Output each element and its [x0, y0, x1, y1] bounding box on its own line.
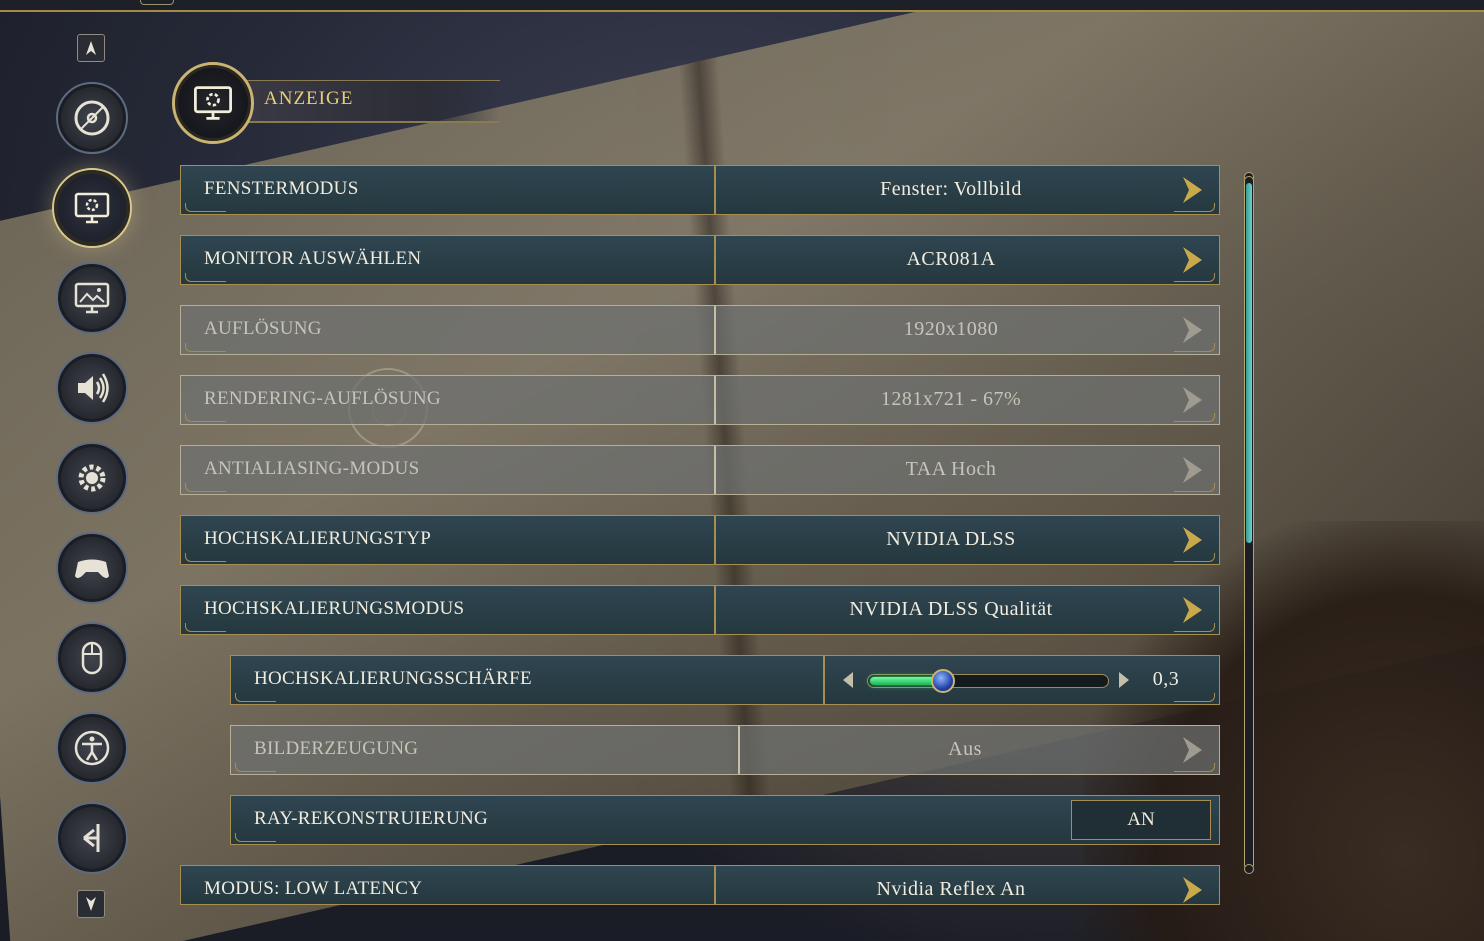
setting-value: NVIDIA DLSS Qualität — [849, 598, 1053, 620]
setting-row-antialiasing: ANTIALIASING-MODUS TAA Hoch — [180, 445, 1220, 495]
nav-item-audio[interactable] — [56, 352, 128, 424]
setting-value: ACR081A — [906, 248, 996, 270]
setting-label: ANTIALIASING-MODUS — [204, 458, 420, 479]
setting-row-low-latency[interactable]: MODUS: LOW LATENCY Nvidia Reflex An — [180, 865, 1220, 905]
chevron-right-icon[interactable] — [1179, 175, 1205, 205]
setting-label: HOCHSKALIERUNGSTYP — [204, 528, 432, 549]
disc-icon — [74, 100, 110, 136]
setting-label: HOCHSKALIERUNGSSCHÄRFE — [254, 668, 532, 689]
mouse-icon — [81, 641, 103, 675]
setting-value: 0,3 — [1152, 668, 1180, 690]
chevron-right-icon — [1179, 315, 1205, 345]
scrollbar-thumb[interactable] — [1246, 183, 1252, 543]
monitor-gear-icon — [74, 192, 110, 224]
accessibility-icon — [74, 730, 110, 766]
setting-value: Nvidia Reflex An — [876, 878, 1026, 900]
setting-row-ray-reconstruction[interactable]: RAY-REKONSTRUIERUNG AN — [230, 795, 1220, 845]
setting-value: Aus — [948, 738, 982, 760]
nav-item-accessibility[interactable] — [56, 712, 128, 784]
top-tab[interactable] — [140, 0, 174, 5]
scrollbar-cap-bottom — [1244, 864, 1254, 874]
gamepad-icon — [75, 559, 109, 578]
setting-row-resolution: AUFLÖSUNG 1920x1080 — [180, 305, 1220, 355]
setting-label: MONITOR AUSWÄHLEN — [204, 248, 422, 269]
nav-item-social[interactable] — [56, 802, 128, 874]
header-badge — [172, 62, 254, 144]
nav-item-graphics[interactable] — [56, 262, 128, 334]
setting-row-upscaling-sharpness[interactable]: HOCHSKALIERUNGSSCHÄRFE 0,3 — [230, 655, 1220, 705]
setting-row-upscaling-type[interactable]: HOCHSKALIERUNGSTYP NVIDIA DLSS — [180, 515, 1220, 565]
setting-value: TAA Hoch — [905, 458, 997, 480]
nav-up-button[interactable] — [77, 34, 105, 62]
chevron-right-icon[interactable] — [1179, 525, 1205, 555]
chevron-right-icon[interactable] — [1179, 875, 1205, 904]
setting-label: RAY-REKONSTRUIERUNG — [254, 808, 489, 829]
chevron-right-icon — [1179, 455, 1205, 485]
slider-decrease-icon[interactable] — [843, 672, 853, 688]
slider-track[interactable] — [867, 669, 1109, 693]
chevron-right-icon[interactable] — [1179, 595, 1205, 625]
setting-row-monitor[interactable]: MONITOR AUSWÄHLEN ACR081A — [180, 235, 1220, 285]
speaker-icon — [78, 373, 109, 403]
setting-value: Fenster: Vollbild — [880, 178, 1022, 200]
setting-label: BILDERZEUGUNG — [254, 738, 419, 759]
arrow-down-icon — [86, 897, 96, 911]
nav-item-disc[interactable] — [56, 82, 128, 154]
setting-row-frame-generation: BILDERZEUGUNG Aus — [230, 725, 1220, 775]
setting-row-upscaling-mode[interactable]: HOCHSKALIERUNGSMODUS NVIDIA DLSS Qualitä… — [180, 585, 1220, 635]
nav-item-controller[interactable] — [56, 532, 128, 604]
arrow-up-icon — [86, 41, 96, 55]
monitor-gear-icon — [194, 86, 232, 120]
nav-item-display[interactable] — [52, 168, 132, 248]
gear-icon — [78, 464, 106, 492]
setting-label: MODUS: LOW LATENCY — [204, 878, 423, 899]
slider-knob[interactable] — [931, 669, 955, 693]
nav-down-button[interactable] — [77, 890, 105, 918]
nav-item-mouse[interactable] — [56, 622, 128, 694]
setting-value: 1281x721 - 67% — [880, 388, 1022, 410]
setting-label: AUFLÖSUNG — [204, 318, 322, 339]
setting-value: NVIDIA DLSS — [886, 528, 1016, 550]
setting-label: RENDERING-AUFLÖSUNG — [204, 388, 441, 409]
chevron-right-icon[interactable] — [1179, 245, 1205, 275]
setting-row-window-mode[interactable]: FENSTERMODUS Fenster: Vollbild — [180, 165, 1220, 215]
scrollbar[interactable] — [1244, 176, 1254, 870]
top-bar — [0, 0, 1484, 12]
branch-icon — [83, 824, 100, 852]
chevron-right-icon — [1179, 735, 1205, 765]
setting-label: FENSTERMODUS — [204, 178, 359, 199]
monitor-image-icon — [74, 282, 110, 314]
setting-label: HOCHSKALIERUNGSMODUS — [204, 598, 465, 619]
nav-item-gameplay[interactable] — [56, 442, 128, 514]
toggle-button[interactable]: AN — [1071, 800, 1211, 840]
setting-value: 1920x1080 — [903, 318, 999, 340]
setting-row-render-resolution: RENDERING-AUFLÖSUNG 1281x721 - 67% — [180, 375, 1220, 425]
chevron-right-icon — [1179, 385, 1205, 415]
page-title: ANZEIGE — [264, 88, 354, 109]
